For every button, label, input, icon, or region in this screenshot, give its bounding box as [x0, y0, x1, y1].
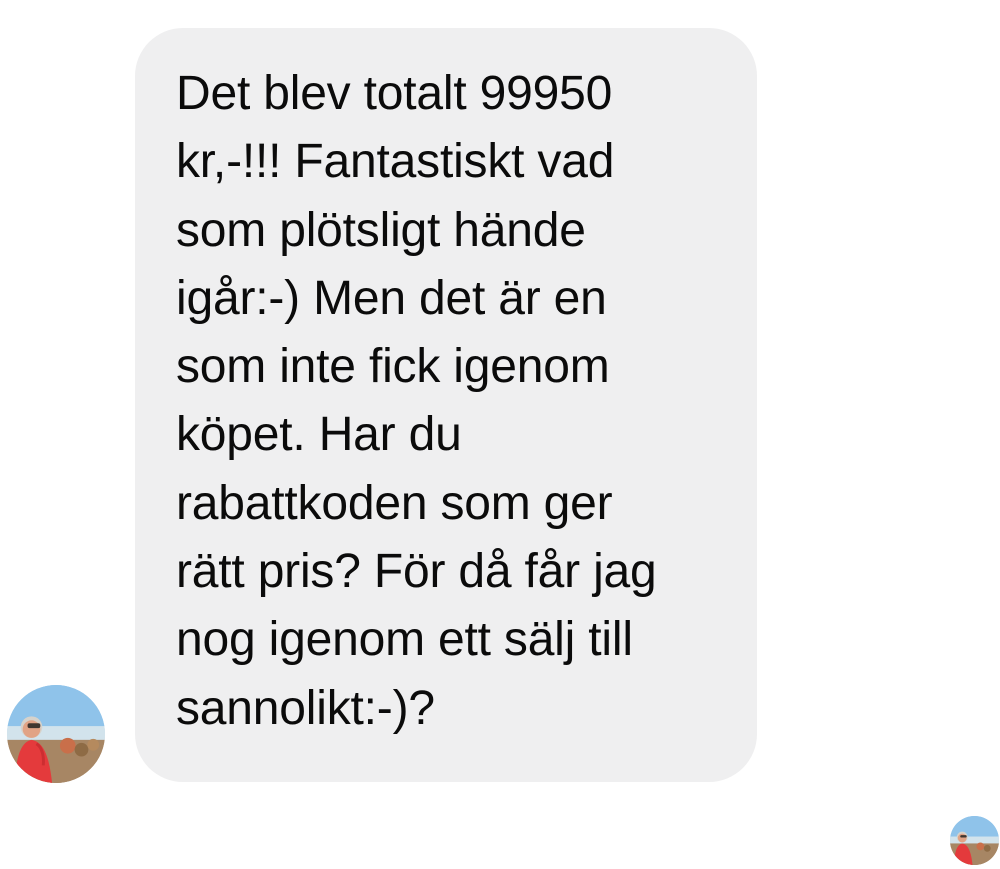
sender-avatar[interactable]: [7, 685, 105, 783]
message-line: kr,-!!! Fantastiskt vad: [176, 135, 615, 189]
user-photo-icon: [950, 816, 999, 865]
message-line: rabattkoden som ger: [176, 476, 613, 530]
message-line: igår:-) Men det är en: [176, 271, 607, 325]
read-receipt-avatar: [950, 816, 999, 865]
user-photo-icon: [7, 685, 105, 783]
message-line: sannolikt:-)?: [176, 681, 435, 735]
message-line: nog igenom ett sälj till: [176, 613, 633, 667]
message-line: rätt pris? För då får jag: [176, 545, 657, 599]
message-line: köpet. Har du: [176, 408, 462, 462]
incoming-message-bubble[interactable]: Det blev totalt 99950 kr,-!!! Fantastisk…: [135, 28, 757, 782]
message-line: Det blev totalt 99950: [176, 67, 613, 120]
message-line: som inte fick igenom: [176, 340, 610, 394]
message-thread: Det blev totalt 99950 kr,-!!! Fantastisk…: [0, 0, 1000, 869]
message-line: som plötsligt hände: [176, 203, 586, 257]
